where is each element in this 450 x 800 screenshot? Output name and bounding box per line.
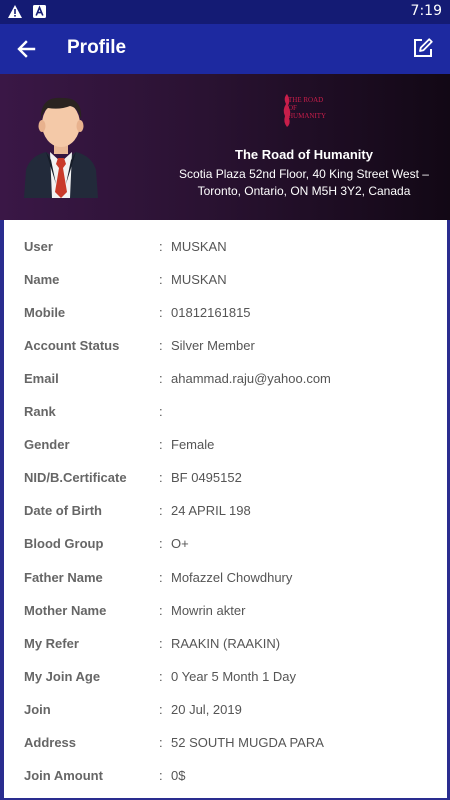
detail-value: 24 APRIL 198 (171, 503, 251, 519)
organization-name: The Road of Humanity (235, 147, 373, 162)
detail-value: 52 SOUTH MUGDA PARA (171, 735, 324, 750)
detail-value: MUSKAN (171, 271, 227, 287)
detail-label: Join Amount (24, 768, 103, 784)
detail-label: Address (24, 735, 77, 750)
detail-label: My Refer (24, 635, 79, 651)
detail-row: Father Name: Mofazzel Chowdhury (24, 567, 292, 587)
detail-separator: : (159, 271, 163, 287)
logo-text: THE ROAD OF HUMANITY (288, 96, 327, 120)
detail-separator: : (159, 370, 163, 386)
detail-value: Female (171, 437, 215, 453)
detail-row: Name: MUSKAN (24, 269, 227, 289)
detail-row: Join Amount:0$ (24, 766, 185, 786)
detail-row: NID/B.Certificate: BF 0495152 (24, 468, 242, 488)
address-line-1: Scotia Plaza 52nd Floor, 40 King Street … (179, 167, 429, 181)
app-bar: Profile (0, 24, 450, 74)
detail-label: Mobile (24, 304, 66, 320)
detail-value: RAAKIN (RAAKIN) (171, 635, 281, 651)
detail-label: NID/B.Certificate (24, 470, 127, 486)
detail-label: My Join Age (24, 668, 101, 684)
detail-row: Blood Group: O+ (24, 534, 189, 554)
detail-separator: : (159, 238, 163, 254)
detail-row: User: MUSKAN (24, 236, 227, 256)
detail-separator: : (159, 536, 163, 552)
profile-header: THE ROAD OF HUMANITY The Road of Humanit… (0, 74, 450, 220)
detail-separator: : (159, 304, 163, 320)
detail-label: User (24, 238, 53, 254)
detail-label: Account Status (24, 337, 120, 353)
page-title: Profile (67, 37, 127, 58)
detail-label: Mother Name (24, 602, 107, 618)
detail-separator: : (159, 437, 163, 453)
detail-row: Rank: (24, 402, 171, 422)
detail-value: 01812161815 (171, 304, 251, 320)
detail-value: MUSKAN (171, 238, 227, 254)
address-line-2: Toronto, Ontario, ON M5H 3Y2, Canada (197, 184, 411, 198)
detail-label: Rank (24, 404, 56, 419)
organization-address: Scotia Plaza 52nd Floor, 40 King Street … (172, 166, 436, 200)
organization-logo: THE ROAD OF HUMANITY (280, 92, 330, 130)
detail-row: Gender: Female (24, 435, 214, 455)
detail-value: 20 Jul, 2019 (171, 701, 242, 717)
detail-value: Mofazzel Chowdhury (171, 569, 293, 585)
detail-separator: : (159, 337, 163, 353)
detail-separator: : (159, 569, 163, 585)
detail-row: My Join Age:0 Year 5 Month 1 Day (24, 666, 296, 686)
status-bar: 7:19 (0, 0, 450, 24)
detail-separator: : (159, 404, 163, 419)
detail-row: Address:52 SOUTH MUGDA PARA (24, 733, 324, 753)
detail-row: Account Status: Silver Member (24, 335, 255, 355)
detail-separator: : (159, 701, 163, 717)
edit-icon[interactable] (412, 37, 434, 59)
detail-label: Join (24, 701, 51, 717)
detail-separator: : (159, 735, 163, 750)
back-arrow-icon[interactable] (14, 36, 40, 62)
detail-row: Join:20 Jul, 2019 (24, 699, 242, 719)
detail-separator: : (159, 503, 163, 519)
detail-row: Mobile:01812161815 (24, 302, 251, 322)
profile-details-card: User: MUSKAN Name: MUSKAN Mobile:01812161815… (4, 220, 447, 798)
detail-value: ahammad.raju@yahoo.com (171, 370, 331, 386)
detail-row: Mother Name: Mowrin akter (24, 600, 245, 620)
detail-label: Date of Birth (24, 503, 102, 519)
detail-label: Blood Group (24, 536, 104, 552)
detail-row: Date of Birth:24 APRIL 198 (24, 501, 251, 521)
avatar (20, 88, 102, 198)
detail-row: Email: ahammad.raju@yahoo.com (24, 368, 331, 388)
status-time: 7:19 (410, 3, 442, 19)
detail-separator: : (159, 470, 163, 486)
warning-icon (8, 4, 22, 18)
detail-separator: : (159, 602, 163, 618)
detail-value: Mowrin akter (171, 602, 246, 618)
detail-value: 0 Year 5 Month 1 Day (171, 668, 297, 684)
detail-value: BF 0495152 (171, 470, 242, 486)
detail-label: Gender (24, 437, 70, 453)
notification-a-icon (32, 4, 46, 18)
detail-label: Name (24, 271, 60, 287)
detail-value: 0$ (171, 768, 186, 784)
detail-row: My Refer: RAAKIN (RAAKIN) (24, 633, 280, 653)
detail-separator: : (159, 768, 163, 784)
detail-separator: : (159, 635, 163, 651)
detail-label: Email (24, 370, 59, 386)
detail-label: Father Name (24, 569, 103, 585)
detail-separator: : (159, 668, 163, 684)
detail-value: O+ (171, 536, 189, 552)
detail-value: Silver Member (171, 337, 255, 353)
